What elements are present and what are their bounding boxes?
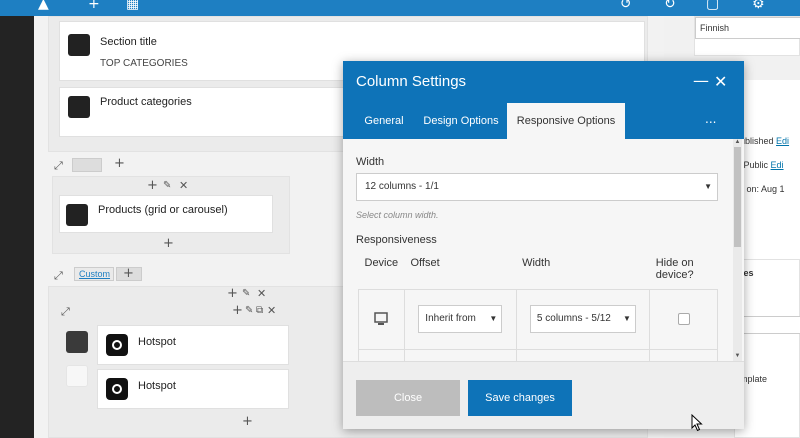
delete-column-icon[interactable]: ✕ bbox=[179, 179, 188, 193]
custom-tab-label[interactable]: Custom bbox=[79, 269, 110, 279]
device-width-select[interactable]: 5 columns - 5/12 ▼ bbox=[529, 305, 636, 333]
language-value: Finnish bbox=[700, 23, 730, 33]
left-dark-strip bbox=[0, 16, 34, 438]
hotspot-1-name: Hotspot bbox=[138, 336, 176, 348]
row-layout-chip[interactable] bbox=[72, 158, 102, 172]
offset-select[interactable]: Inherit from ▼ bbox=[418, 305, 503, 333]
scroll-down-icon[interactable]: ▼ bbox=[733, 353, 742, 359]
width-select[interactable]: 12 columns - 1/1 ▼ bbox=[356, 173, 718, 201]
modal-scrollbar[interactable]: ▲ ▼ bbox=[733, 139, 742, 361]
add-inner-icon[interactable]: + bbox=[232, 304, 243, 318]
col-hide: Hide on device? bbox=[655, 257, 694, 281]
scroll-up-icon[interactable]: ▲ bbox=[733, 139, 742, 145]
save-changes-button[interactable]: Save changes bbox=[468, 380, 572, 416]
device-width-value: 5 columns - 5/12 bbox=[536, 313, 611, 324]
layout-icon[interactable]: ▦ bbox=[126, 0, 139, 12]
product-categories-icon bbox=[68, 96, 90, 118]
visibility-edit-link[interactable]: Edi bbox=[771, 160, 784, 170]
add-element-row3-icon[interactable]: + bbox=[227, 287, 238, 301]
width-hint: Select column width. bbox=[356, 210, 439, 220]
dropdown-arrow-icon: ▼ bbox=[704, 182, 712, 191]
add-icon[interactable]: + bbox=[88, 0, 100, 12]
offset-cell: Inherit from ▼ bbox=[403, 288, 517, 350]
offset-select-value: Inherit from bbox=[425, 313, 476, 324]
add-column-icon[interactable]: + bbox=[114, 157, 125, 171]
clone-inner-icon[interactable]: ⧉ bbox=[256, 304, 263, 318]
tab-design-options[interactable]: Design Options bbox=[418, 103, 504, 139]
logo-icon[interactable]: ▲ bbox=[38, 0, 49, 12]
move-row-icon[interactable]: ⤢ bbox=[54, 159, 63, 173]
add-element-row3-bottom-icon[interactable]: + bbox=[242, 415, 253, 429]
undo-icon[interactable]: ↺ bbox=[620, 0, 632, 12]
hide-on-device-checkbox[interactable] bbox=[677, 313, 690, 325]
products-grid-name: Products (grid or carousel) bbox=[98, 204, 228, 216]
element-hotspot-2[interactable]: Hotspot bbox=[97, 369, 289, 409]
col-width: Width bbox=[522, 257, 551, 269]
section-title-icon bbox=[68, 34, 90, 56]
settings-icon[interactable]: ⚙ bbox=[752, 0, 765, 12]
inner-row-placeholder-icon bbox=[66, 365, 88, 387]
row-products: + ✎ ✕ Products (grid or carousel) + bbox=[52, 176, 290, 254]
desktop-icon bbox=[373, 311, 389, 327]
edit-column-icon[interactable]: ✎ bbox=[163, 179, 171, 193]
move-row-3-icon[interactable]: ⤢ bbox=[54, 269, 63, 283]
device-cell bbox=[358, 288, 405, 350]
col-offset: Offset bbox=[410, 257, 440, 269]
responsiveness-header: Device Offset Width Hide on device? bbox=[359, 251, 718, 289]
add-element-icon[interactable]: + bbox=[147, 179, 158, 193]
dropdown-arrow-icon: ▼ bbox=[623, 314, 631, 323]
tab-responsive-options[interactable]: Responsive Options bbox=[507, 103, 625, 139]
products-grid-icon bbox=[66, 204, 88, 226]
parent-select[interactable] bbox=[735, 316, 800, 334]
custom-tab-chip[interactable]: Custom bbox=[74, 267, 114, 281]
hotspot-icon bbox=[106, 378, 128, 400]
column-settings-modal: Column Settings — ✕ General Design Optio… bbox=[343, 61, 744, 429]
dropdown-arrow-icon: ▼ bbox=[489, 314, 498, 323]
modal-header: Column Settings — ✕ General Design Optio… bbox=[343, 61, 744, 139]
element-hotspot-1[interactable]: Hotspot bbox=[97, 325, 289, 365]
language-select[interactable]: Finnish bbox=[695, 17, 800, 39]
hotspot-2-name: Hotspot bbox=[138, 380, 176, 392]
delete-column-row3-icon[interactable]: ✕ bbox=[257, 287, 266, 301]
minimize-icon[interactable]: — bbox=[693, 73, 709, 89]
width-cell: 5 columns - 5/12 ▼ bbox=[515, 288, 651, 350]
hotspot-icon bbox=[106, 334, 128, 356]
redo-icon[interactable]: ↻ bbox=[664, 0, 676, 12]
scroll-thumb[interactable] bbox=[734, 147, 741, 247]
element-products-grid[interactable]: Products (grid or carousel) bbox=[59, 195, 273, 233]
col-device: Device bbox=[364, 257, 399, 269]
table-row bbox=[358, 348, 718, 361]
width-select-value: 12 columns - 1/1 bbox=[365, 181, 439, 192]
edit-column-row3-icon[interactable]: ✎ bbox=[242, 287, 250, 301]
edit-inner-icon[interactable]: ✎ bbox=[245, 304, 253, 318]
inner-row-icon bbox=[66, 331, 88, 353]
tab-general[interactable]: General bbox=[356, 103, 412, 139]
responsiveness-label: Responsiveness bbox=[356, 234, 437, 246]
modal-title: Column Settings bbox=[356, 73, 467, 90]
add-tab-icon[interactable]: + bbox=[123, 267, 134, 281]
table-row: Inherit from ▼ 5 columns - 5/12 ▼ bbox=[358, 288, 718, 350]
section-title-name: Section title bbox=[100, 36, 157, 48]
fullscreen-icon[interactable]: ▢ bbox=[706, 0, 719, 12]
product-categories-name: Product categories bbox=[100, 96, 192, 108]
modal-body: Width 12 columns - 1/1 ▼ Select column w… bbox=[343, 139, 744, 361]
close-button[interactable]: Close bbox=[356, 380, 460, 416]
move-inner-row-icon[interactable]: ⤢ bbox=[61, 305, 70, 319]
hide-cell bbox=[649, 288, 718, 350]
delete-inner-icon[interactable]: ✕ bbox=[267, 304, 276, 318]
responsiveness-table: Device Offset Width Hide on device? Inhe… bbox=[358, 251, 718, 361]
more-tabs-button[interactable]: ... bbox=[705, 111, 716, 127]
add-element-bottom-icon[interactable]: + bbox=[163, 237, 174, 251]
width-label: Width bbox=[356, 156, 385, 168]
mouse-cursor-icon bbox=[691, 414, 703, 432]
section-title-value: TOP CATEGORIES bbox=[100, 58, 188, 69]
modal-footer: Close Save changes bbox=[343, 361, 744, 429]
top-toolbar: ▲ + ▦ ↺ ↻ ▢ ⚙ bbox=[0, 0, 800, 16]
status-edit-link[interactable]: Edi bbox=[776, 136, 789, 146]
language-panel: Finnish bbox=[694, 16, 800, 56]
close-icon[interactable]: ✕ bbox=[714, 74, 727, 90]
